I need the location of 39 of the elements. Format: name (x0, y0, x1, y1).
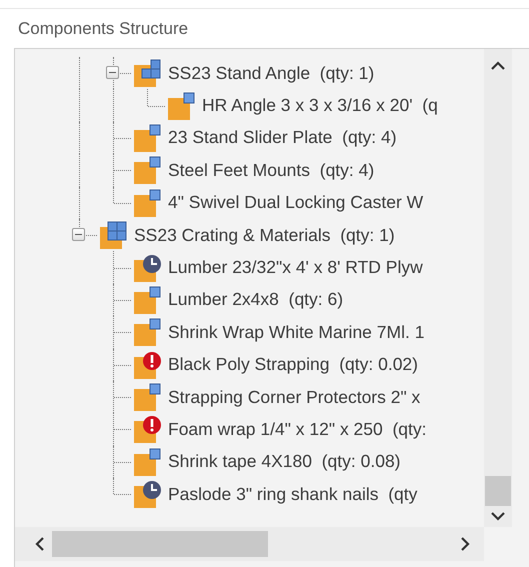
tree-item[interactable]: Lumber 23/32"x 4' x 8' RTD Plyw (168, 257, 423, 278)
horizontal-scrollbar[interactable] (15, 527, 484, 561)
part-icon (168, 92, 196, 120)
tree-item[interactable]: Strapping Corner Protectors 2" x (168, 386, 420, 408)
scroll-thumb[interactable] (52, 531, 268, 557)
scroll-right-icon[interactable] (461, 537, 470, 551)
grid-icon (100, 221, 128, 250)
tree-item[interactable]: 4" Swivel Dual Locking Caster W (168, 192, 424, 214)
tree-item[interactable]: Black Poly Strapping (qty: 0.02) (168, 354, 418, 376)
tree-item[interactable]: HR Angle 3 x 3 x 3/16 x 20' (q (202, 95, 438, 116)
warning-icon (134, 415, 162, 444)
clock-icon (134, 254, 162, 282)
tree-item[interactable]: Shrink tape 4X180 (qty: 0.08) (168, 451, 400, 472)
tree-item[interactable]: Foam wrap 1/4" x 12" x 250 (qty: (168, 418, 427, 440)
tree-item[interactable]: Paslode 3" ring shank nails (qty (168, 484, 418, 505)
vertical-scrollbar[interactable] (484, 49, 512, 527)
panel-title: Components Structure (17, 18, 190, 40)
part-icon (134, 124, 162, 152)
assembly-icon (134, 59, 162, 88)
part-icon (134, 188, 162, 217)
tree-item[interactable]: SS23 Crating & Materials (qty: 1) (134, 224, 395, 246)
scroll-left-icon[interactable] (35, 537, 44, 551)
scroll-thumb[interactable] (485, 476, 511, 506)
scroll-down-icon[interactable] (491, 512, 505, 521)
part-icon (134, 448, 162, 476)
tree-item[interactable]: 23 Stand Slider Plate (qty: 4) (168, 127, 397, 148)
scroll-up-icon[interactable] (491, 61, 505, 70)
collapse-toggle[interactable] (72, 228, 85, 242)
tree-item[interactable]: Lumber 2x4x8 (qty: 6) (168, 289, 344, 310)
tree-item[interactable]: Steel Feet Mounts (qty: 4) (168, 160, 374, 181)
part-icon (134, 286, 162, 314)
part-icon (134, 383, 162, 412)
warning-icon (134, 350, 162, 379)
collapse-toggle[interactable] (106, 66, 119, 80)
part-icon (134, 318, 162, 346)
tree-item[interactable]: SS23 Stand Angle (qty: 1) (168, 62, 374, 84)
tree-item[interactable]: Shrink Wrap White Marine 7Ml. 1 (168, 322, 424, 343)
part-icon (134, 156, 162, 184)
clock-icon (134, 480, 162, 508)
